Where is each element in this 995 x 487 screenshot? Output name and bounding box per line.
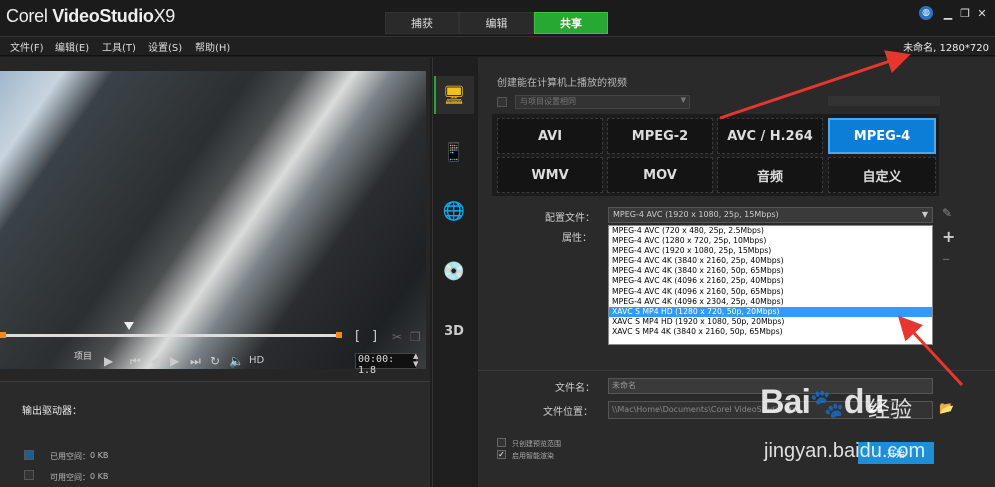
go-start-icon[interactable]: ⏮ [130,354,141,369]
profile-option-highlighted[interactable]: XAVC S MP4 HD (1280 x 720, 50p, 20Mbps) [609,306,932,317]
same-as-project-select[interactable]: 与项目设置相同 ▼ [515,95,690,109]
go-end-icon[interactable]: ⏭ [190,354,201,369]
filename-label: 文件名： [555,383,595,394]
scrubber-track[interactable] [4,334,342,337]
disc-icon[interactable]: 💿 [441,258,467,284]
tab-edit[interactable]: 编辑 [459,12,534,34]
mark-out-button[interactable]: ] [372,329,377,344]
smart-render-label: 启用智能渲染 [512,452,554,460]
smart-render-checkbox[interactable]: ✓ [497,450,506,459]
used-space-label: 已用空间： [50,452,90,461]
profile-label: 配置文件： [545,213,595,224]
format-audio[interactable]: 音频 [717,157,823,193]
format-mpeg2[interactable]: MPEG-2 [607,118,713,154]
profile-select[interactable]: MPEG-4 AVC (1920 x 1080, 25p, 15Mbps) ▼ [608,207,933,223]
folder-icon[interactable]: 📂 [939,401,954,415]
volume-icon[interactable]: 🔈 [229,354,244,368]
mark-in-button[interactable]: [ [355,329,360,344]
divider [478,370,995,371]
tab-share[interactable]: 共享 [534,12,608,34]
scrubber-handle[interactable] [124,322,134,330]
baidu-watermark-logo: Bai🐾du [760,383,884,421]
globe-icon[interactable]: ◍ [919,6,933,20]
profile-option[interactable]: XAVC S MP4 HD (1920 x 1080, 50p, 20Mbps) [609,317,932,327]
menu-settings[interactable]: 设置(S) [148,39,182,54]
profile-option[interactable]: XAVC S MP4 4K (3840 x 2160, 50p, 65Mbps) [609,327,932,337]
copy-icon[interactable]: ❐ [410,330,421,344]
free-space-label: 可用空间： [50,473,90,482]
minimize-icon[interactable]: ▁ [941,7,955,20]
trim-in-marker[interactable] [0,332,6,338]
profile-option[interactable]: MPEG-4 AVC 4K (3840 x 2160, 50p, 65Mbps) [609,266,932,276]
menu-file[interactable]: 文件(F) [10,39,44,54]
share-heading: 创建能在计算机上播放的视频 [497,78,627,89]
edit-profile-icon[interactable]: ✎ [942,206,952,220]
format-avi[interactable]: AVI [497,118,603,154]
baidu-watermark-url: jingyan.baidu.com [764,440,926,462]
prev-frame-icon[interactable]: ◀ [150,354,159,368]
timecode-field[interactable]: 00:00: 1.8 [355,353,417,376]
menu-tools[interactable]: 工具(T) [102,39,136,54]
render-region-checkbox[interactable] [497,438,506,447]
menu-help[interactable]: 帮助(H) [195,39,230,54]
restore-icon[interactable]: ❐ [958,7,972,20]
same-as-project-checkbox[interactable] [497,97,507,107]
profile-option[interactable]: MPEG-4 AVC 4K (4096 x 2304, 25p, 40Mbps) [609,297,932,307]
next-frame-icon[interactable]: ▶ [170,354,179,368]
computer-icon[interactable]: 🖥 [441,82,467,108]
disabled-bar [828,96,940,106]
format-avc-h264[interactable]: AVC / H.264 [717,118,823,154]
used-space-value: 0 KB [90,451,109,460]
hd-toggle[interactable]: HD [249,355,264,366]
format-mov[interactable]: MOV [607,157,713,193]
3d-icon[interactable]: 3D [441,318,467,344]
format-custom[interactable]: 自定义 [828,157,936,193]
trim-out-marker[interactable] [336,332,342,338]
timecode-stepper[interactable]: ▲ ▼ [413,352,418,368]
play-icon[interactable]: ▶ [104,354,113,368]
profile-option[interactable]: MPEG-4 AVC (720 x 480, 25p, 2.5Mbps) [609,226,932,236]
attributes-label: 属性： [562,233,592,244]
web-globe-icon[interactable]: 🌐 [441,198,467,224]
profile-option[interactable]: MPEG-4 AVC 4K (3840 x 2160, 25p, 40Mbps) [609,256,932,266]
format-mpeg4[interactable]: MPEG-4 [828,118,936,154]
add-profile-icon[interactable]: + [942,227,955,246]
render-region-label: 只创建预览范围 [512,440,561,448]
menu-edit[interactable]: 编辑(E) [55,39,89,54]
project-info: 未命名, 1280*720 [903,43,989,54]
video-preview[interactable] [0,71,426,369]
app-brand: Corel VideoStudioX9 [6,6,176,26]
profile-option[interactable]: MPEG-4 AVC (1920 x 1080, 25p, 15Mbps) [609,246,932,256]
cut-icon[interactable]: ✂ [392,330,402,344]
profile-option[interactable]: MPEG-4 AVC 4K (4096 x 2160, 25p, 40Mbps) [609,276,932,286]
format-wmv[interactable]: WMV [497,157,603,193]
baidu-watermark-text: 经验 [868,398,913,423]
device-icon[interactable]: 📱 [441,139,467,165]
profile-dropdown-list: MPEG-4 AVC (720 x 480, 25p, 2.5Mbps) MPE… [608,225,933,345]
profile-option[interactable]: MPEG-4 AVC 4K (4096 x 2160, 50p, 65Mbps) [609,287,932,297]
filepath-label: 文件位置： [543,407,593,418]
close-icon[interactable]: ✕ [975,7,989,20]
profile-option[interactable]: MPEG-4 AVC (1280 x 720, 25p, 10Mbps) [609,236,932,246]
free-space-value: 0 KB [90,472,109,481]
repeat-icon[interactable]: ↻ [210,354,220,368]
used-space-swatch [24,450,34,460]
tab-capture[interactable]: 捕获 [385,12,459,34]
remove-profile-icon[interactable]: – [942,249,950,268]
project-mode-label[interactable]: 项目 [74,349,92,362]
drive-title: 输出驱动器： [22,406,82,417]
free-space-swatch [24,470,34,480]
